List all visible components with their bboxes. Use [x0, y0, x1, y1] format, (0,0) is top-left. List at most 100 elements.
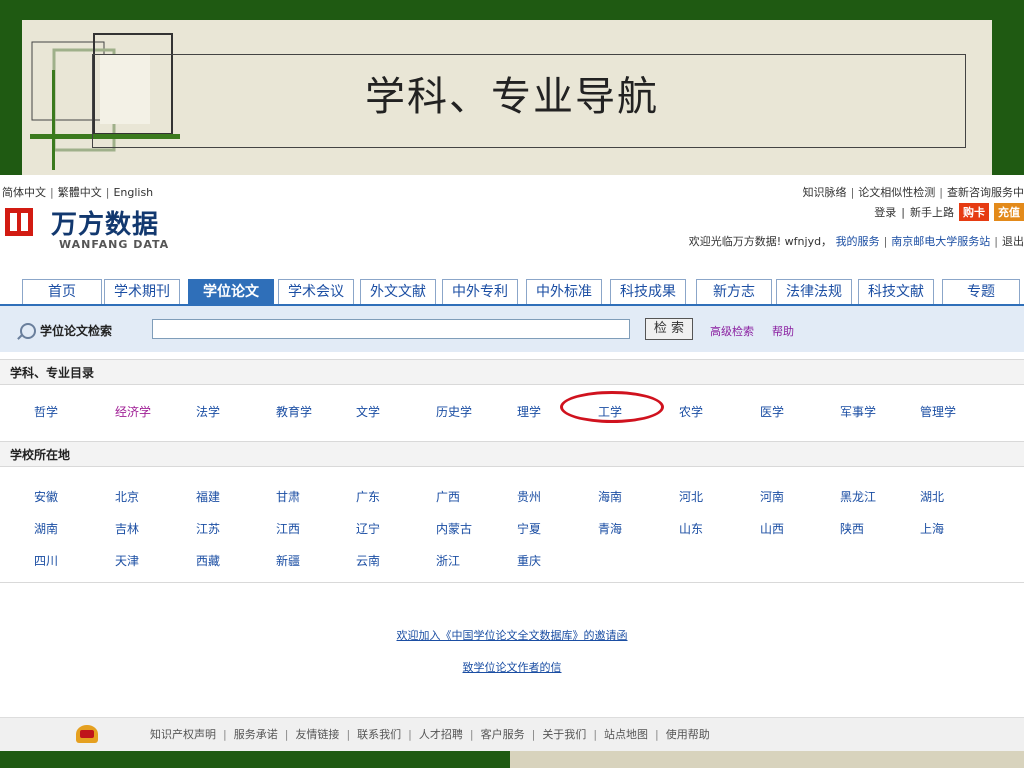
subject-management[interactable]: 管理学 [920, 403, 956, 420]
footer-link[interactable]: 客户服务 [481, 728, 525, 741]
footer-link[interactable]: 友情链接 [295, 728, 339, 741]
tab-achievements[interactable]: 科技成果 [610, 279, 686, 304]
location-item[interactable]: 内蒙古 [436, 520, 472, 537]
lang-traditional[interactable]: 繁體中文 [58, 186, 102, 199]
location-item[interactable]: 甘肃 [276, 488, 300, 505]
tab-conferences[interactable]: 学术会议 [278, 279, 354, 304]
subject-law[interactable]: 法学 [196, 403, 220, 420]
tab-patents[interactable]: 中外专利 [442, 279, 518, 304]
location-item[interactable]: 宁夏 [517, 520, 541, 537]
language-switch: 简体中文 | 繁體中文 | English [2, 186, 154, 199]
tab-journals[interactable]: 学术期刊 [104, 279, 180, 304]
search-input[interactable] [152, 319, 630, 339]
slide-title: 学科、专业导航 [365, 74, 659, 120]
footer-link[interactable]: 站点地图 [604, 728, 648, 741]
subject-literature[interactable]: 文学 [356, 403, 380, 420]
service-station-link[interactable]: 南京邮电大学服务站 [891, 235, 990, 248]
tab-tech-literature[interactable]: 科技文献 [858, 279, 934, 304]
location-item[interactable]: 西藏 [196, 552, 220, 569]
my-service-link[interactable]: 我的服务 [836, 235, 880, 248]
location-item[interactable]: 湖北 [920, 488, 944, 505]
section-divider [0, 582, 1024, 583]
subject-medicine[interactable]: 医学 [760, 403, 784, 420]
logo-cn-text: 万方数据 [51, 210, 160, 240]
footer-links: 知识产权声明 | 服务承诺 | 友情链接 | 联系我们 | 人才招聘 | 客户服务 | 关于我们 | 站点地… [150, 728, 710, 741]
footer-link[interactable]: 服务承诺 [234, 728, 278, 741]
footer: 知识产权声明 | 服务承诺 | 友情链接 | 联系我们 | 人才招聘 | 客户服务 | 关于我们 | 站点地… [0, 717, 1024, 752]
newbie-link[interactable]: 新手上路 [910, 204, 954, 220]
help-link[interactable]: 帮助 [772, 323, 794, 339]
location-item[interactable]: 新疆 [276, 552, 300, 569]
footer-link[interactable]: 关于我们 [542, 728, 586, 741]
location-item[interactable]: 江苏 [196, 520, 220, 537]
advanced-search-link[interactable]: 高级检索 [710, 323, 754, 339]
lang-english[interactable]: English [113, 186, 153, 199]
location-item[interactable]: 重庆 [517, 552, 541, 569]
location-item[interactable]: 湖南 [34, 520, 58, 537]
location-item[interactable]: 广东 [356, 488, 380, 505]
tab-standards[interactable]: 中外标准 [526, 279, 602, 304]
subjects-heading: 学科、专业目录 [0, 359, 1024, 385]
subject-agriculture[interactable]: 农学 [679, 403, 703, 420]
logout-link[interactable]: 退出 [1002, 235, 1024, 248]
location-item[interactable]: 海南 [598, 488, 622, 505]
location-item[interactable]: 安徽 [34, 488, 58, 505]
link-similarity-check[interactable]: 论文相似性检测 [858, 186, 935, 199]
link-novelty-search[interactable]: 查新咨询服务中 [947, 186, 1024, 199]
search-bar: 学位论文检索 检 索 高级检索 帮助 [0, 306, 1024, 352]
subject-science[interactable]: 理学 [517, 403, 541, 420]
location-item[interactable]: 上海 [920, 520, 944, 537]
location-item[interactable]: 贵州 [517, 488, 541, 505]
location-item[interactable]: 广西 [436, 488, 460, 505]
location-item[interactable]: 四川 [34, 552, 58, 569]
subject-economics[interactable]: 经济学 [115, 403, 151, 420]
tab-foreign-literature[interactable]: 外文文献 [360, 279, 436, 304]
location-item[interactable]: 黑龙江 [840, 488, 876, 505]
location-item[interactable]: 江西 [276, 520, 300, 537]
footer-link[interactable]: 知识产权声明 [150, 728, 216, 741]
wanfang-logo-icon [5, 208, 33, 236]
tab-dissertations[interactable]: 学位论文 [188, 279, 274, 304]
location-item[interactable]: 北京 [115, 488, 139, 505]
subject-education[interactable]: 教育学 [276, 403, 312, 420]
subject-military[interactable]: 军事学 [840, 403, 876, 420]
logo-en-text: WANFANG DATA [59, 238, 170, 251]
invite-link[interactable]: 欢迎加入《中国学位论文全文数据库》的邀请函 [0, 627, 1024, 643]
location-item[interactable]: 浙江 [436, 552, 460, 569]
search-label: 学位论文检索 [40, 324, 113, 338]
location-item[interactable]: 吉林 [115, 520, 139, 537]
tab-local-chronicles[interactable]: 新方志 [696, 279, 772, 304]
location-item[interactable]: 青海 [598, 520, 622, 537]
location-item[interactable]: 河北 [679, 488, 703, 505]
locations-heading: 学校所在地 [0, 441, 1024, 467]
location-item[interactable]: 云南 [356, 552, 380, 569]
main-nav: 首页 学术期刊 学位论文 学术会议 外文文献 中外专利 中外标准 科技成果 新方… [22, 279, 1024, 305]
subject-engineering[interactable]: 工学 [598, 403, 622, 420]
login-row: 登录 | 新手上路 购卡 充值 [874, 203, 1024, 221]
footer-link[interactable]: 人才招聘 [419, 728, 463, 741]
footer-link[interactable]: 联系我们 [357, 728, 401, 741]
subject-history[interactable]: 历史学 [436, 403, 472, 420]
location-item[interactable]: 河南 [760, 488, 784, 505]
recharge-button[interactable]: 充值 [994, 203, 1024, 221]
lang-simplified[interactable]: 简体中文 [2, 186, 46, 199]
buy-card-button[interactable]: 购卡 [959, 203, 989, 221]
subject-philosophy[interactable]: 哲学 [34, 403, 58, 420]
search-button[interactable]: 检 索 [645, 318, 693, 340]
link-knowledge-map[interactable]: 知识脉络 [803, 186, 847, 199]
location-item[interactable]: 陕西 [840, 520, 864, 537]
location-item[interactable]: 山西 [760, 520, 784, 537]
footer-link[interactable]: 使用帮助 [666, 728, 710, 741]
wanfang-logo[interactable]: 万方数据 WANFANG DATA [5, 206, 195, 256]
author-letter-link[interactable]: 致学位论文作者的信 [0, 659, 1024, 675]
slide-bottom-tan-bar [510, 751, 1024, 768]
location-item[interactable]: 山东 [679, 520, 703, 537]
location-item[interactable]: 辽宁 [356, 520, 380, 537]
tab-home[interactable]: 首页 [22, 279, 102, 304]
banner-top-bar [0, 0, 1024, 20]
tab-laws[interactable]: 法律法规 [776, 279, 852, 304]
tab-topics[interactable]: 专题 [942, 279, 1020, 304]
location-item[interactable]: 福建 [196, 488, 220, 505]
login-link[interactable]: 登录 [874, 204, 896, 220]
location-item[interactable]: 天津 [115, 552, 139, 569]
